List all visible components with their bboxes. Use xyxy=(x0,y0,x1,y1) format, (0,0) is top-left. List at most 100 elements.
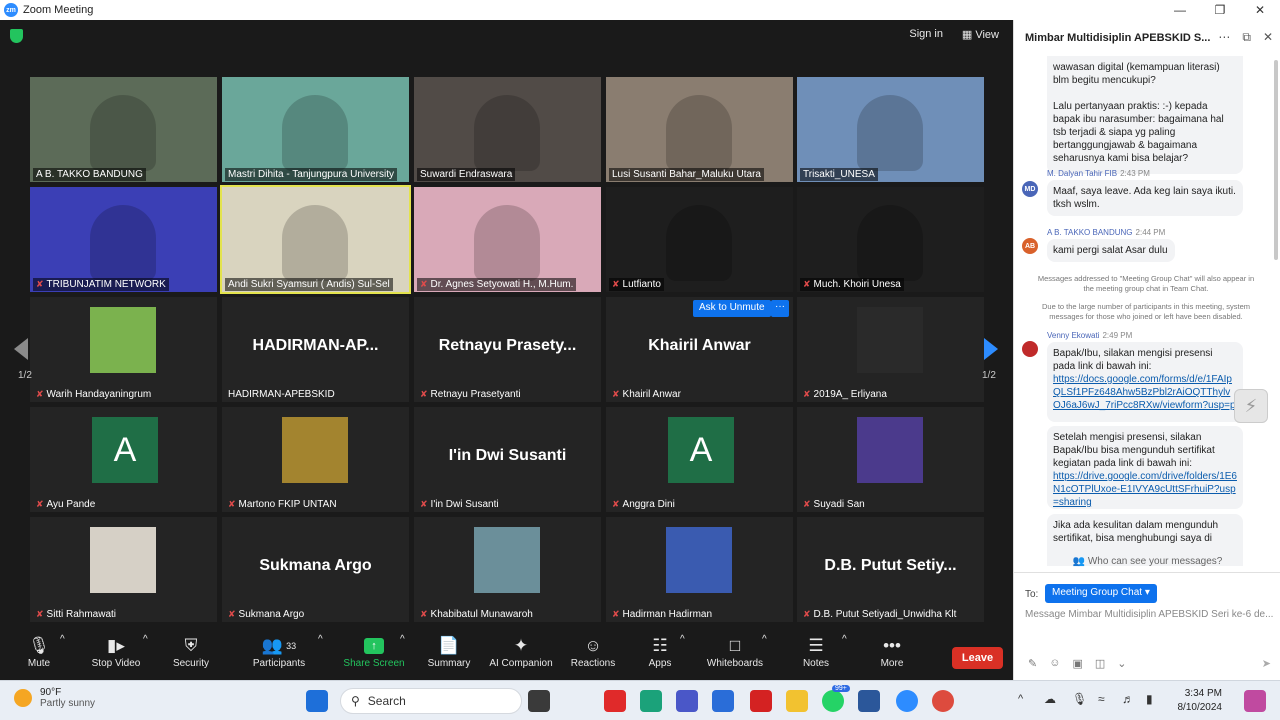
participant-tile[interactable]: Trisakti_UNESA xyxy=(797,77,984,182)
tray-chevron-icon[interactable]: ^ xyxy=(1018,693,1023,705)
taskbar-clock[interactable]: 3:34 PM 8/10/2024 xyxy=(1172,687,1223,715)
apps-chevron-icon[interactable]: ^ xyxy=(680,634,685,645)
participant-tile[interactable]: A ✘ Anggra Dini xyxy=(606,407,793,512)
file-icon[interactable]: ◫ xyxy=(1095,657,1105,670)
wifi-icon[interactable]: ≈ xyxy=(1098,692,1105,706)
participant-name: Much. Khoiri Unesa xyxy=(813,279,901,290)
recipient-dropdown[interactable]: Meeting Group Chat ▾ xyxy=(1045,584,1157,603)
cloud-icon[interactable]: ☁ xyxy=(1044,692,1056,706)
prev-page-arrow-icon[interactable] xyxy=(14,338,28,360)
mcafee-icon[interactable] xyxy=(750,690,772,712)
participant-tile[interactable]: I'in Dwi Susanti ✘ I'in Dwi Susanti xyxy=(414,407,601,512)
whiteboards-button[interactable]: □ Whiteboards xyxy=(704,634,766,669)
participant-tile[interactable]: Mastri Dihita - Tanjungpura University xyxy=(222,77,409,182)
participant-tile[interactable]: Andi Sukri Syamsuri ( Andis) Sul-Sel xyxy=(220,185,411,294)
participant-tile[interactable]: Retnayu Prasety... ✘ Retnayu Prasetyanti xyxy=(414,297,601,402)
taskbar-search[interactable]: ⚲ Search xyxy=(340,688,522,714)
chat-more-icon[interactable]: ⋯ xyxy=(1218,30,1230,45)
participant-tile[interactable]: D.B. Putut Setiy... ✘ D.B. Putut Setiyadi_… xyxy=(797,517,984,622)
participant-tile[interactable]: A ✘ Ayu Pande xyxy=(30,407,217,512)
participant-tile[interactable]: ✘ 2019A_ Erliyana xyxy=(797,297,984,402)
participant-tile[interactable]: Sukmana Argo ✘ Sukmana Argo xyxy=(222,517,409,622)
participant-tile[interactable]: ✘ Hadirman Hadirman xyxy=(606,517,793,622)
notes-button[interactable]: ☰ Notes xyxy=(800,634,832,669)
window-controls: — ❐ ✕ xyxy=(1160,0,1280,20)
to-label: To: xyxy=(1025,589,1039,600)
battery-icon[interactable]: ▮ xyxy=(1146,692,1153,706)
edge-icon[interactable] xyxy=(640,690,662,712)
video-options-chevron-icon[interactable]: ^ xyxy=(143,634,148,645)
file-explorer-icon[interactable] xyxy=(786,690,808,712)
participant-tile[interactable]: ✘ Sitti Rahmawati xyxy=(30,517,217,622)
audio-options-chevron-icon[interactable]: ^ xyxy=(60,634,65,645)
share-screen-button[interactable]: ↑ Share Screen xyxy=(343,634,405,669)
view-button[interactable]: ▦ View xyxy=(962,28,999,41)
mute-button[interactable]: 🎙 Mute xyxy=(24,634,54,669)
certificate-link[interactable]: https://drive.google.com/drive/folders/1… xyxy=(1053,471,1237,508)
leave-button[interactable]: Leave xyxy=(952,647,1003,669)
more-button[interactable]: ••• More xyxy=(876,634,908,669)
sign-in-button[interactable]: Sign in xyxy=(909,28,943,40)
participant-tile[interactable]: ✘ Warih Handayaningrum xyxy=(30,297,217,402)
participant-tile[interactable]: Lusi Susanti Bahar_Maluku Utara xyxy=(606,77,793,182)
chat-scrollbar[interactable] xyxy=(1274,60,1278,260)
ai-companion-button[interactable]: ✦ AI Companion xyxy=(488,634,554,669)
whatsapp-icon[interactable] xyxy=(822,690,844,712)
meeting-toolbar: 🎙 Mute ^ ▮▸ Stop Video ^ ⛨ Security 👥 33 … xyxy=(0,628,1013,680)
participant-tile[interactable]: ✘ Khabibatul Munawaroh xyxy=(414,517,601,622)
screenshot-icon[interactable]: ▣ xyxy=(1072,657,1082,670)
format-icon[interactable]: ✎ xyxy=(1028,657,1037,670)
tile-more-button[interactable]: ··· xyxy=(771,300,789,317)
participant-name-label: ✘ Anggra Dini xyxy=(609,498,678,511)
word-icon[interactable] xyxy=(858,690,880,712)
close-icon[interactable]: ✕ xyxy=(1240,0,1280,20)
popout-icon[interactable]: ⧉ xyxy=(1242,30,1251,45)
chrome-icon[interactable] xyxy=(932,690,954,712)
participant-tile[interactable]: ✘ Dr. Agnes Setyowati H., M.Hum. xyxy=(414,187,601,292)
floating-widget-icon[interactable]: ⚡ xyxy=(1234,389,1268,423)
participant-tile[interactable]: HADIRMAN-AP... HADIRMAN-APEBSKID xyxy=(222,297,409,402)
emoji-icon[interactable]: ☺ xyxy=(1049,657,1060,670)
participant-tile[interactable]: ✘ Martono FKIP UNTAN xyxy=(222,407,409,512)
chat-message-input[interactable]: Message Mimbar Multidisiplin APEBSKID Se… xyxy=(1025,609,1275,620)
participants-button[interactable]: 👥 33 Participants xyxy=(250,634,308,669)
participant-tile[interactable]: ✘ TRIBUNJATIM NETWORK xyxy=(30,187,217,292)
who-can-see-messages[interactable]: 👥 Who can see your messages? xyxy=(1014,556,1280,567)
reactions-button[interactable]: ☺ Reactions xyxy=(570,634,616,669)
app-icon[interactable] xyxy=(676,690,698,712)
avatar-letter: A xyxy=(92,417,158,483)
store-icon[interactable] xyxy=(712,690,734,712)
stop-video-button[interactable]: ▮▸ Stop Video xyxy=(90,634,142,669)
windows-start-icon[interactable] xyxy=(306,690,328,712)
encryption-shield-icon[interactable] xyxy=(10,29,23,43)
participants-chevron-icon[interactable]: ^ xyxy=(318,634,323,645)
volume-icon[interactable]: ♬ xyxy=(1122,692,1134,706)
presensi-link[interactable]: https://docs.google.com/forms/d/e/1FAIpQ… xyxy=(1053,374,1236,413)
participant-tile[interactable]: Suwardi Endraswara xyxy=(414,77,601,182)
task-view-icon[interactable] xyxy=(528,690,550,712)
copilot-icon[interactable] xyxy=(1244,690,1266,712)
notes-chevron-icon[interactable]: ^ xyxy=(842,634,847,645)
participant-tile[interactable]: ✘ Suyadi San xyxy=(797,407,984,512)
next-page-arrow-icon[interactable] xyxy=(984,338,998,360)
search-label: Search xyxy=(367,694,406,708)
ask-to-unmute-button[interactable]: Ask to Unmute xyxy=(693,300,771,317)
apps-button[interactable]: ☷ Apps xyxy=(645,634,675,669)
send-icon[interactable]: ➤ xyxy=(1262,657,1271,670)
security-button[interactable]: ⛨ Security xyxy=(170,634,212,669)
summary-button[interactable]: 📄 Summary xyxy=(425,634,473,669)
mic-tray-icon[interactable]: 🎙 xyxy=(1072,692,1087,706)
participant-tile[interactable]: A B. TAKKO BANDUNG xyxy=(30,77,217,182)
chat-close-icon[interactable]: ✕ xyxy=(1263,30,1273,45)
participant-tile[interactable]: ✘ Much. Khoiri Unesa xyxy=(797,187,984,292)
share-options-chevron-icon[interactable]: ^ xyxy=(400,634,405,645)
participant-video xyxy=(282,205,348,281)
youtube-icon[interactable] xyxy=(604,690,626,712)
minimize-icon[interactable]: — xyxy=(1160,0,1200,20)
zoom-taskbar-icon[interactable] xyxy=(896,690,918,712)
restore-icon[interactable]: ❐ xyxy=(1200,0,1240,20)
participant-tile[interactable]: ✘ Lutfianto xyxy=(606,187,793,292)
whiteboards-chevron-icon[interactable]: ^ xyxy=(762,634,767,645)
chevron-down-icon[interactable]: ⌄ xyxy=(1117,657,1126,670)
weather-widget[interactable]: 90°F Partly sunny xyxy=(14,687,95,709)
